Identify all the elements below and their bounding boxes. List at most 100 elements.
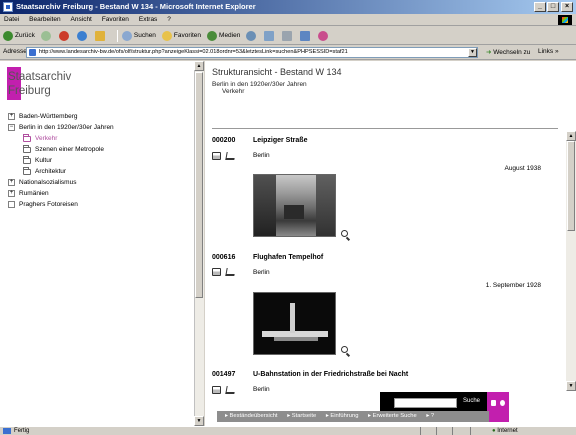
print-button[interactable] [282,30,294,41]
menu-datei[interactable]: Datei [0,14,23,26]
media-button[interactable]: Medien [207,30,240,41]
home-button[interactable] [94,30,107,41]
order-cart-icon[interactable] [225,152,236,160]
record-signature: 000616 [212,254,236,261]
photo-building-left [254,175,276,236]
history-button[interactable] [246,30,258,41]
window-title: Staatsarchiv Freiburg - Bestand W 134 - … [16,2,256,11]
window-title-bar: Staatsarchiv Freiburg - Bestand W 134 - … [0,0,576,14]
windows-logo-icon [558,15,572,25]
record-title[interactable]: Flughafen Tempelhof [253,254,323,261]
footer-link-startseite[interactable]: ▸ Startseite [287,413,320,419]
refresh-icon [76,30,87,41]
zoom-magnifier-icon[interactable] [341,346,348,353]
menu-ansicht[interactable]: Ansicht [67,14,96,26]
record-title[interactable]: U-Bahnstation in der Friedrichstraße bei… [253,371,408,378]
expand-plus-icon[interactable]: + [8,113,15,120]
messenger-button[interactable] [318,30,330,41]
tree-item-rumaenien[interactable]: + Rumänien [8,190,49,197]
search-button[interactable]: Suchen [121,30,156,41]
go-arrow-icon: ➜ [486,49,492,56]
tree-item-baden-wuerttemberg[interactable]: + Baden-Württemberg [8,113,78,120]
scroll-up-arrow-icon[interactable]: ▲ [194,61,204,71]
tree-item-berlin[interactable]: − Berlin in den 1920er/30er Jahren [8,124,114,131]
ie-app-icon[interactable] [3,2,13,12]
folder-icon [23,155,31,164]
folder-icon [23,144,31,153]
scroll-down-arrow-icon[interactable]: ▼ [566,381,576,391]
scroll-down-arrow-icon[interactable]: ▼ [194,416,204,426]
lock-icon[interactable] [500,400,505,406]
zoom-magnifier-icon[interactable] [341,230,348,237]
record-thumbnail[interactable] [253,292,336,355]
media-icon [207,30,218,41]
edit-icon [300,30,311,41]
printer-icon [282,30,293,41]
order-cart-icon[interactable] [225,268,236,276]
photo-vehicle [284,205,304,219]
mail-button[interactable] [264,30,276,41]
print-icon[interactable] [212,268,221,276]
footer-link-bestaende[interactable]: ▸ Beständeübersicht [225,413,282,419]
home-icon [94,30,105,41]
footer-link-help[interactable]: ▸ ? [426,413,438,419]
search-input[interactable] [394,398,457,408]
close-button[interactable]: × [561,2,573,12]
status-bar: Fertig ● Internet [0,426,576,435]
edit-button[interactable] [300,30,312,41]
tree-item-architektur[interactable]: Architektur [23,166,66,175]
footer-link-einfuehrung[interactable]: ▸ Einführung [326,413,363,419]
scroll-up-arrow-icon[interactable]: ▲ [566,131,576,141]
search-button[interactable]: Suche [463,398,480,404]
forward-button[interactable] [40,30,53,41]
go-button[interactable]: ➜ Wechseln zu [486,48,530,56]
links-button[interactable]: Links » [538,48,559,55]
collapse-minus-icon[interactable]: − [8,124,15,131]
print-icon[interactable] [212,152,221,160]
expand-plus-icon[interactable]: + [8,179,15,186]
record-signature: 001497 [212,371,236,378]
messenger-icon [318,30,329,41]
back-button[interactable]: Zurück [3,30,35,41]
address-input[interactable]: http://www.landesarchiv-bw.de/ofs/olf/st… [26,47,478,58]
folder-icon [23,133,31,142]
record-thumbnail[interactable] [253,174,336,237]
sidebar-scroll-thumb[interactable] [195,72,203,298]
tools-panel [487,392,509,422]
toolbar-separator [116,29,118,42]
record-date: 1. September 1928 [485,282,541,289]
tree-item-nationalsozialismus[interactable]: + Nationalsozialismus [8,179,76,186]
address-dropdown-button[interactable]: ▼ [468,48,477,57]
page-status-icon [3,428,11,434]
page-icon [29,49,36,56]
menu-bearbeiten[interactable]: Bearbeiten [25,14,64,26]
menu-extras[interactable]: Extras [135,14,161,26]
print-icon[interactable] [212,386,221,394]
record-place: Berlin [253,152,270,159]
content-scroll-thumb[interactable] [567,141,575,231]
order-cart-icon[interactable] [225,386,236,394]
address-bar: Adresse http://www.landesarchiv-bw.de/of… [0,45,576,60]
maximize-button[interactable]: □ [547,2,559,12]
photo-building-right [316,175,335,236]
photo-reflection [274,337,318,341]
menu-bar: Datei Bearbeiten Ansicht Favoriten Extra… [0,14,576,26]
tree-item-praghers[interactable]: Praghers Fotoreisen [8,201,78,208]
tree-item-kultur[interactable]: Kultur [23,155,52,164]
stop-button[interactable] [58,30,71,41]
footer-link-erweiterte-suche[interactable]: ▸ Erweiterte Suche [368,413,421,419]
tree-item-szenen[interactable]: Szenen einer Metropole [23,144,104,153]
menu-help[interactable]: ? [163,14,175,26]
refresh-button[interactable] [76,30,89,41]
menu-favoriten[interactable]: Favoriten [98,14,133,26]
tree-item-verkehr[interactable]: Verkehr [23,133,57,142]
mail-icon [264,30,275,41]
favorites-button[interactable]: Favoriten [161,30,201,41]
expand-plus-icon[interactable]: + [8,190,15,197]
toolbar: Zurück Suchen Favoriten Medien [0,27,576,45]
record-title[interactable]: Leipziger Straße [253,137,307,144]
minimize-button[interactable]: _ [534,2,546,12]
print-page-icon[interactable] [491,400,496,406]
address-url: http://www.landesarchiv-bw.de/ofs/olf/st… [39,49,348,55]
archive-logo[interactable]: Staatsarchiv Freiburg [8,70,71,98]
